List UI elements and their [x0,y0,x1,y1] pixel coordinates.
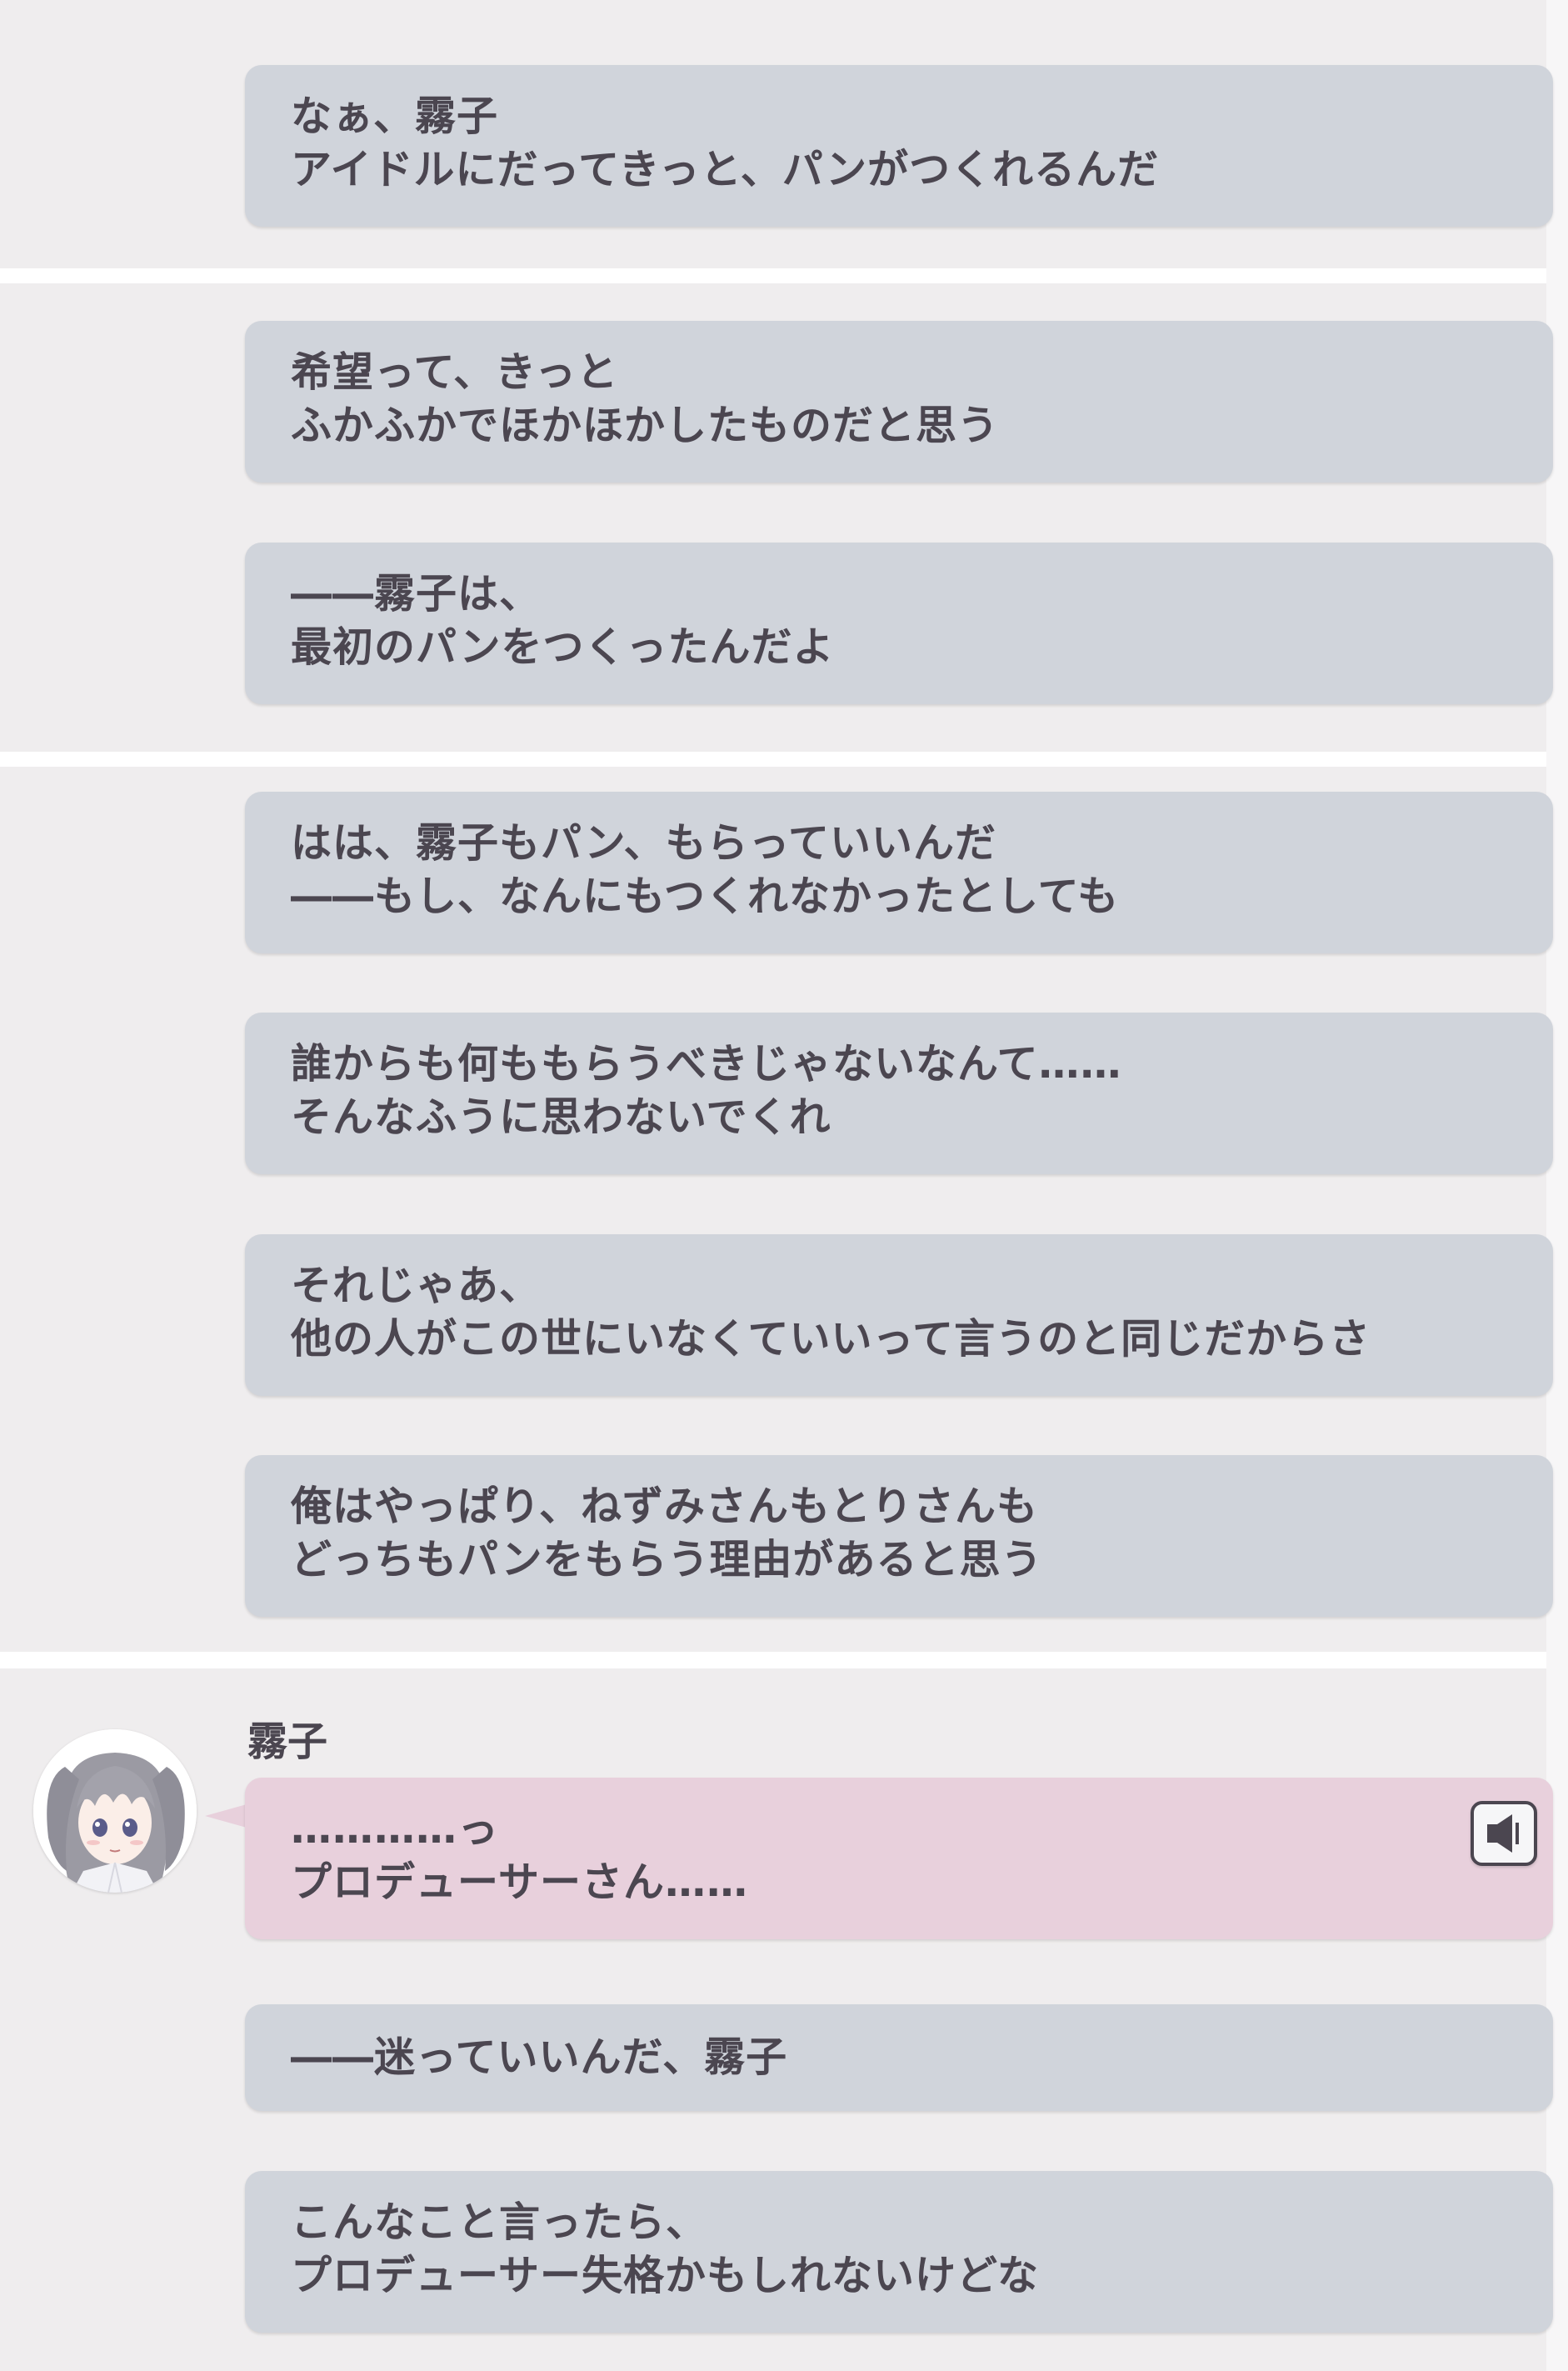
dialogue-bubble: はは、霧子もパン、もらっていいんだ ――もし、なんにもつくれなかったとしても [245,792,1553,953]
dialogue-line: …………っ [291,1805,500,1853]
dialogue-line: 他の人がこの世にいなくていいって言うのと同じだからさ [291,1315,1371,1363]
dialogue-bubble: ――霧子は、 最初のパンをつくったんだよ [245,543,1553,704]
dialogue-bubble: 希望って、きっと ふかふかでほかほかしたものだと思う [245,321,1553,483]
dialogue-line: 最初のパンをつくったんだよ [291,623,835,671]
dialogue-bubble: 俺はやっぱり、ねずみさんもとりさんも どっちもパンをもらう理由があると思う [245,1455,1553,1617]
dialogue-bubble: なぁ、霧子 アイドルにだってきっと、パンがつくれるんだ [245,65,1553,227]
dialogue-line: はは、霧子もパン、もらっていいんだ [291,819,997,867]
dialogue-line: 俺はやっぱり、ねずみさんもとりさんも [291,1483,1039,1530]
dialogue-line: アイドルにだってきっと、パンがつくれるんだ [291,146,1160,193]
dialogue-line: ふかふかでほかほかしたものだと思う [291,402,1000,449]
speaker-name: 霧子 [247,1718,328,1765]
dialogue-bubble: ――迷っていいんだ、霧子 [245,2004,1553,2111]
dialogue-line: それじゃあ、 [291,1262,542,1309]
character-dialogue-bubble: …………っ プロデューサーさん…… [245,1778,1553,1939]
character-portrait-icon [33,1729,197,1893]
dialogue-line: 希望って、きっと [291,348,619,396]
dialogue-line: ――霧子は、 [291,570,542,618]
dialogue-line: なぁ、霧子 [291,93,499,140]
dialogue-bubble: 誰からも何ももらうべきじゃないなんて…… そんなふうに思わないでくれ [245,1013,1553,1174]
dialogue-line: プロデューサーさん…… [291,1858,749,1906]
dialogue-line: こんなこと言ったら、 [291,2198,708,2246]
dialogue-bubble: それじゃあ、 他の人がこの世にいなくていいって言うのと同じだからさ [245,1234,1553,1396]
dialogue-line: プロデューサー失格かもしれないけどな [291,2252,1040,2299]
dialogue-bubble: こんなこと言ったら、 プロデューサー失格かもしれないけどな [245,2171,1553,2333]
speech-tail [205,1804,247,1828]
dialogue-line: ――もし、なんにもつくれなかったとしても [291,873,1120,920]
voice-replay-button[interactable] [1471,1801,1537,1866]
speaker-voice-icon [1487,1814,1519,1853]
dialogue-line: ――迷っていいんだ、霧子 [291,2033,788,2081]
dialogue-line: そんなふうに思わないでくれ [291,1093,831,1141]
dialogue-line: どっちもパンをもらう理由があると思う [291,1536,1043,1583]
dialogue-line: 誰からも何ももらうべきじゃないなんて…… [291,1040,1122,1088]
